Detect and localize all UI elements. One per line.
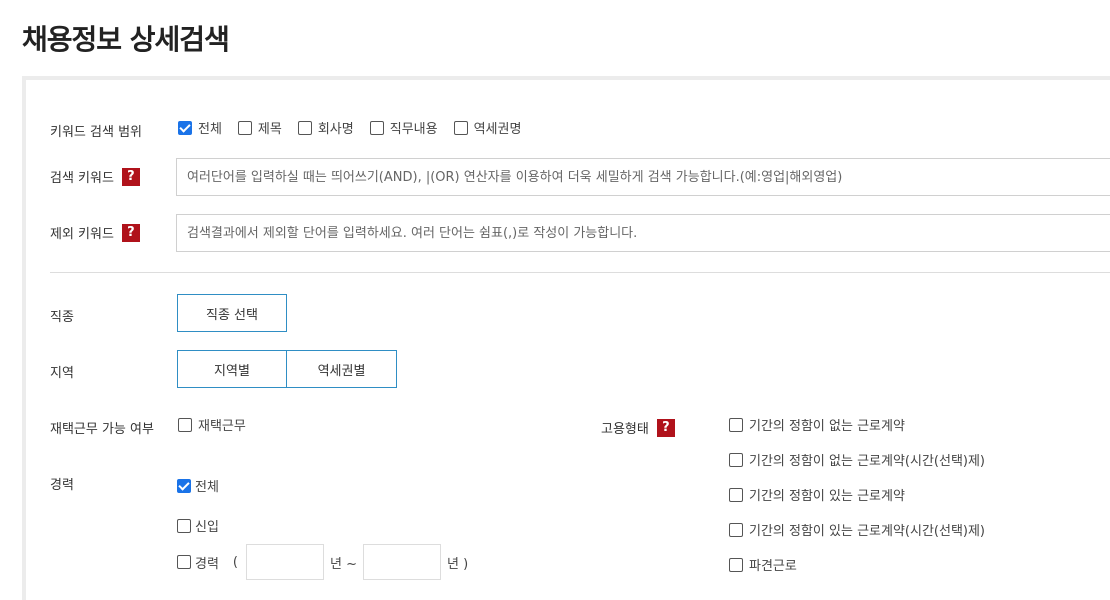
employment-option-5-label: 파견근로 — [749, 559, 797, 574]
employment-option-1[interactable]: 기간의 정함이 없는 근로계약 — [729, 415, 905, 434]
employment-checkbox-3[interactable] — [729, 487, 743, 502]
remote-option[interactable]: 재택근무 — [178, 415, 246, 434]
keyword-scope-label: 키워드 검색 범위 — [50, 125, 142, 140]
career-newcomer-label: 신입 — [195, 520, 219, 535]
career-option-experienced: 경력 ( 년 ~ 년 ) — [177, 544, 468, 580]
scope-company-checkbox[interactable] — [297, 120, 312, 135]
scope-option-all[interactable]: 전체 — [178, 118, 222, 137]
search-keyword-label-group: 검색 키워드 ? — [50, 167, 140, 186]
job-type-label: 직종 — [50, 310, 74, 325]
employment-option-2-label: 기간의 정함이 없는 근로계약(시간(선택)제) — [749, 454, 986, 469]
region-label: 지역 — [50, 366, 74, 381]
scope-company-label: 회사명 — [317, 122, 354, 137]
career-year-from-unit: 년 ~ — [330, 556, 357, 572]
remote-label: 재택근무 가능 여부 — [50, 422, 154, 437]
employment-option-3[interactable]: 기간의 정함이 있는 근로계약 — [729, 485, 905, 504]
search-keyword-help-icon[interactable]: ? — [121, 167, 140, 186]
career-all-label: 전체 — [195, 480, 219, 495]
scope-option-duty[interactable]: 직무내용 — [369, 118, 438, 137]
career-experienced-label: 경력 — [195, 556, 219, 572]
scope-option-title[interactable]: 제목 — [237, 118, 282, 137]
scope-station-label: 역세권명 — [473, 122, 522, 137]
career-newcomer-checkbox[interactable] — [177, 518, 191, 533]
employment-option-2[interactable]: 기간의 정함이 없는 근로계약(시간(선택)제) — [729, 450, 985, 469]
employment-option-4[interactable]: 기간의 정함이 있는 근로계약(시간(선택)제) — [729, 520, 985, 539]
scope-all-checkbox[interactable] — [178, 120, 192, 135]
employment-checkbox-1[interactable] — [729, 417, 743, 432]
employment-checkbox-2[interactable] — [729, 452, 743, 467]
employment-help-icon[interactable]: ? — [656, 418, 675, 437]
career-label: 경력 — [50, 478, 74, 493]
scope-station-checkbox[interactable] — [453, 120, 468, 135]
career-year-to-unit: 년 ) — [447, 556, 469, 572]
exclude-keyword-label-group: 제외 키워드 ? — [50, 223, 140, 242]
employment-label: 고용형태 — [601, 422, 649, 437]
scope-option-company[interactable]: 회사명 — [297, 118, 354, 137]
remote-option-label: 재택근무 — [198, 419, 246, 434]
keyword-scope-options: 전체 제목 회사명 직무내용 역세권명 — [178, 118, 537, 137]
employment-label-group: 고용형태 ? — [601, 418, 675, 437]
scope-all-label: 전체 — [198, 122, 222, 137]
job-type-select-button[interactable]: 직종 선택 — [177, 294, 287, 332]
employment-option-4-label: 기간의 정함이 있는 근로계약(시간(선택)제) — [749, 524, 986, 539]
career-experienced-checkbox[interactable] — [177, 555, 191, 569]
employment-option-1-label: 기간의 정함이 없는 근로계약 — [749, 419, 905, 434]
exclude-keyword-input[interactable]: 검색결과에서 제외할 단어를 입력하세요. 여러 단어는 쉼표(,)로 작성이 … — [176, 214, 1110, 252]
search-keyword-label: 검색 키워드 — [50, 171, 114, 186]
employment-checkbox-5[interactable] — [729, 557, 743, 572]
section-divider — [50, 272, 1110, 273]
region-by-area-button[interactable]: 지역별 — [177, 350, 287, 388]
employment-checkbox-4[interactable] — [729, 522, 743, 537]
career-open-paren: ( — [232, 554, 238, 570]
scope-duty-checkbox[interactable] — [369, 120, 384, 135]
scope-title-checkbox[interactable] — [237, 120, 252, 135]
region-by-station-button[interactable]: 역세권별 — [286, 350, 397, 388]
exclude-keyword-label: 제외 키워드 — [50, 227, 114, 242]
career-year-to-input[interactable] — [363, 544, 441, 580]
exclude-keyword-help-icon[interactable]: ? — [121, 223, 140, 242]
employment-option-3-label: 기간의 정함이 있는 근로계약 — [749, 489, 905, 504]
employment-option-5[interactable]: 파견근로 — [729, 555, 797, 574]
scope-duty-label: 직무내용 — [389, 122, 438, 137]
search-keyword-input[interactable]: 여러단어를 입력하실 때는 띄어쓰기(AND), |(OR) 연산자를 이용하여… — [176, 158, 1110, 196]
scope-title-label: 제목 — [257, 122, 282, 137]
career-all-checkbox[interactable] — [177, 478, 191, 493]
career-option-all[interactable]: 전체 — [177, 476, 219, 495]
remote-checkbox[interactable] — [178, 417, 192, 432]
career-option-newcomer[interactable]: 신입 — [177, 516, 219, 535]
career-year-from-input[interactable] — [246, 544, 324, 580]
page-title: 채용정보 상세검색 — [22, 23, 230, 56]
scope-option-station[interactable]: 역세권명 — [453, 118, 522, 137]
